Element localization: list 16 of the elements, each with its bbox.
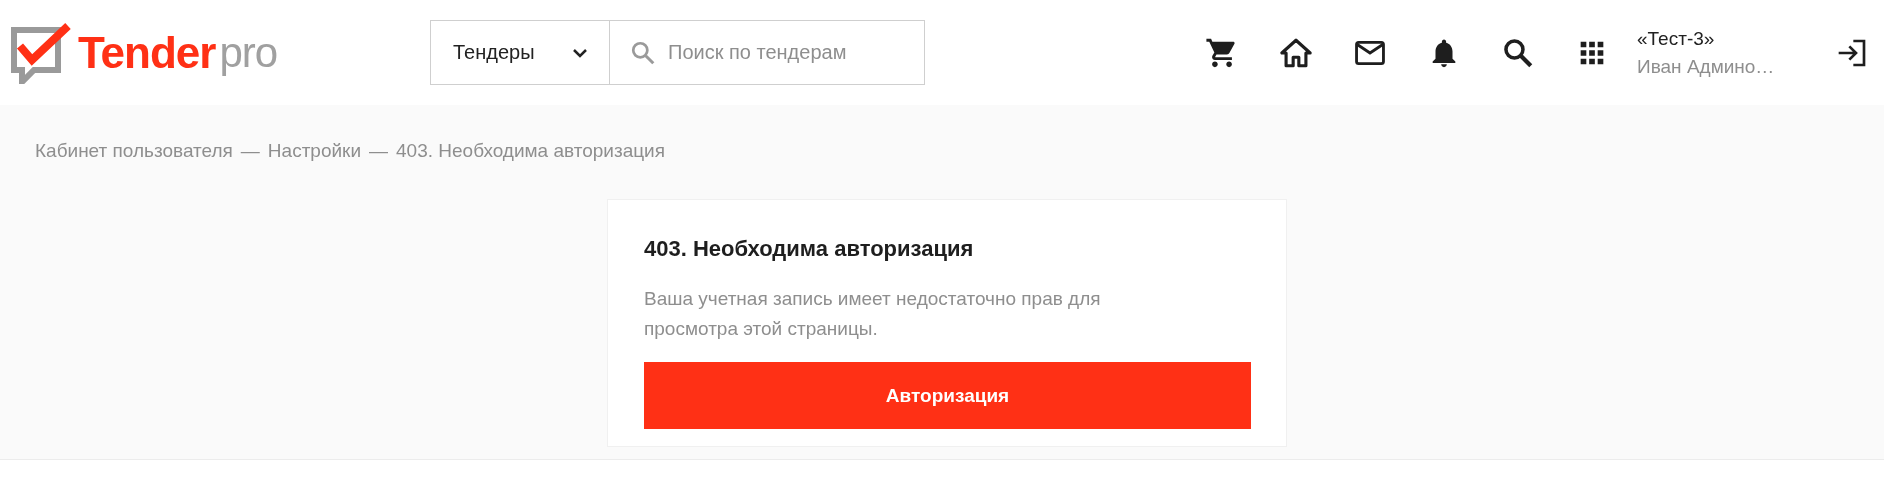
search-field[interactable]: Поиск по тендерам <box>610 20 925 85</box>
company-name[interactable]: «Тест-3» <box>1637 27 1827 50</box>
breadcrumb-separator: — <box>240 140 260 162</box>
chevron-icon <box>573 47 587 58</box>
logo-suffix: pro <box>219 28 278 77</box>
search-icon <box>630 40 656 66</box>
breadcrumb-item[interactable]: Настройки <box>267 140 362 162</box>
error-message: Ваша учетная запись имеет недостаточно прав для просмотра этой страницы. <box>644 287 1102 341</box>
error-title: 403. Необходима авторизация <box>644 236 975 262</box>
breadcrumb-item: 403. Необходима авторизация <box>396 140 665 162</box>
category-select[interactable]: Тендеры <box>430 20 610 85</box>
breadcrumb-separator: — <box>369 140 389 162</box>
breadcrumb-item[interactable]: Кабинет пользователя <box>35 140 233 162</box>
login-button[interactable]: Авторизация <box>644 362 1251 429</box>
logo-brand: Tender <box>78 27 216 78</box>
user-name[interactable]: Иван Админо… <box>1637 55 1827 78</box>
